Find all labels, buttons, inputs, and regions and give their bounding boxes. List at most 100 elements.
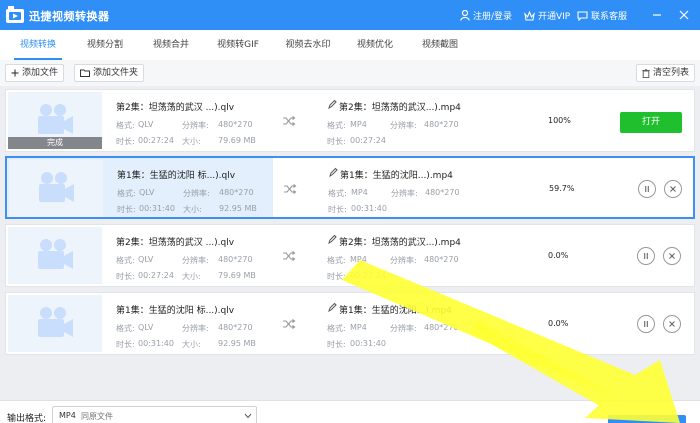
clear-list-button[interactable]: 清空列表 [636, 64, 696, 82]
camera-icon [39, 172, 74, 202]
source-size-value: 92.95 MB [219, 204, 257, 213]
target-file-name: 第1集：生猛的沈阳...).mp4 [340, 171, 453, 181]
target-format-value: MP4 [350, 120, 367, 129]
output-format-label: 输出格式: [7, 414, 47, 423]
toolbar: 添加文件 添加文件夹 清空列表 [0, 60, 700, 86]
tab-video-gif[interactable]: 视频转GIF [210, 30, 266, 60]
tab-video-merge[interactable]: 视频合并 [146, 30, 196, 60]
folder-icon [80, 69, 90, 77]
target-format-label: 格式: [327, 256, 346, 265]
trash-icon [642, 68, 650, 78]
target-format-label: 格式: [327, 324, 346, 333]
edit-icon[interactable] [327, 234, 337, 245]
target-duration-value: 00:31:40 [350, 339, 386, 348]
source-file-name: 第1集：生猛的沈阳 标...).qlv [117, 171, 236, 181]
source-size-label: 大小: [182, 340, 201, 349]
edit-icon[interactable] [327, 99, 337, 110]
target-format-value: MP4 [350, 323, 367, 332]
tab-video-split[interactable]: 视频分割 [80, 30, 130, 60]
vip-link[interactable]: 开通VIP [524, 9, 570, 22]
source-resolution-label: 分辨率: [183, 189, 210, 198]
service-label: 联系客服 [591, 12, 628, 22]
source-resolution-label: 分辨率: [182, 324, 209, 333]
cancel-button[interactable] [664, 180, 682, 198]
source-file-name: 第2集：坦荡荡的武汉 ...).qlv [116, 103, 235, 113]
pause-icon [644, 321, 648, 327]
source-resolution-value: 480*270 [218, 323, 253, 332]
source-file-name: 第1集：生猛的沈阳 标...).qlv [116, 306, 235, 316]
add-folder-button[interactable]: 添加文件夹 [74, 64, 145, 82]
target-resolution-value: 480*270 [424, 120, 459, 129]
cancel-button[interactable] [663, 315, 681, 333]
file-row[interactable]: 第2集：坦荡荡的武汉 ...).qlv 格式: QLV 分辨率: 480*270… [5, 224, 695, 287]
source-size-value: 92.95 MB [218, 339, 256, 348]
target-duration-label: 时长: [327, 137, 346, 146]
login-label: 注册/登录 [473, 12, 513, 22]
source-format-label: 格式: [116, 324, 135, 333]
source-resolution-label: 分辨率: [182, 256, 209, 265]
source-format-value: QLV [138, 323, 154, 332]
file-row[interactable]: 完成 第2集：坦荡荡的武汉 ...).qlv 格式: QLV 分辨率: 480*… [5, 89, 695, 152]
bottom-bar: 输出格式: MP4 同原文件 [0, 400, 700, 423]
output-format-value: MP4 [59, 411, 76, 420]
target-duration-value: 00:27:24 [350, 136, 386, 145]
progress-percent: 100% [548, 116, 571, 125]
file-row[interactable]: 第1集：生猛的沈阳 标...).qlv 格式: QLV 分辨率: 480*270… [5, 292, 695, 355]
source-size-value: 79.69 MB [218, 271, 256, 280]
minimize-button[interactable] [649, 7, 665, 23]
progress-percent: 0.0% [548, 251, 569, 260]
minimize-icon [653, 14, 661, 16]
target-resolution-value: 480*270 [424, 323, 459, 332]
pause-button[interactable] [637, 315, 655, 333]
edit-icon[interactable] [327, 302, 337, 313]
convert-all-button[interactable] [608, 415, 686, 423]
source-format-value: QLV [138, 120, 154, 129]
login-link[interactable]: 注册/登录 [460, 9, 512, 22]
add-file-button[interactable]: 添加文件 [5, 64, 65, 82]
video-thumbnail: 完成 [8, 92, 102, 149]
progress-percent: 0.0% [548, 319, 569, 328]
shuffle-icon [284, 184, 297, 194]
edit-icon[interactable] [328, 167, 338, 178]
cancel-button[interactable] [663, 247, 681, 265]
pause-button[interactable] [638, 180, 656, 198]
file-row[interactable]: 第1集：生猛的沈阳 标...).qlv 格式: QLV 分辨率: 480*270… [5, 156, 695, 219]
pause-button[interactable] [637, 247, 655, 265]
cancel-icon [669, 253, 675, 259]
source-duration-value: 00:27:24 [138, 136, 174, 145]
camera-icon [38, 307, 73, 337]
shuffle-icon [283, 116, 296, 126]
target-format-label: 格式: [328, 189, 347, 198]
target-format-value: MP4 [351, 188, 368, 197]
source-size-value: 79.69 MB [218, 136, 256, 145]
cancel-icon [669, 321, 675, 327]
source-format-label: 格式: [116, 121, 135, 130]
chevron-down-icon [244, 413, 252, 419]
source-size-label: 大小: [183, 205, 202, 214]
thumbnail-status: 完成 [8, 137, 102, 149]
tab-video-screenshot[interactable]: 视频截图 [414, 30, 466, 60]
target-duration-value: 00:31:40 [351, 204, 387, 213]
add-folder-label: 添加文件夹 [93, 68, 139, 78]
camera-icon [38, 104, 73, 134]
shuffle-icon [283, 319, 296, 329]
source-duration-label: 时长: [116, 340, 135, 349]
clear-list-label: 清空列表 [653, 68, 690, 78]
tab-video-optimize[interactable]: 视频优化 [350, 30, 400, 60]
open-button[interactable]: 打开 [620, 112, 682, 133]
service-link[interactable]: 联系客服 [577, 9, 627, 22]
tab-video-convert[interactable]: 视频转换 [12, 30, 64, 60]
pause-icon [645, 186, 649, 192]
chat-icon [577, 10, 588, 21]
target-format-label: 格式: [327, 121, 346, 130]
output-format-select[interactable]: MP4 同原文件 [52, 406, 257, 423]
close-button[interactable] [676, 7, 692, 23]
source-format-value: QLV [138, 255, 154, 264]
target-file-name: 第2集：坦荡荡的武汉...).mp4 [339, 238, 461, 248]
target-format-value: MP4 [350, 255, 367, 264]
shuffle-icon [283, 251, 296, 261]
vip-label: 开通VIP [538, 12, 571, 22]
tab-remove-watermark[interactable]: 视频去水印 [278, 30, 338, 60]
source-format-value: QLV [139, 188, 155, 197]
source-file-name: 第2集：坦荡荡的武汉 ...).qlv [116, 238, 235, 248]
